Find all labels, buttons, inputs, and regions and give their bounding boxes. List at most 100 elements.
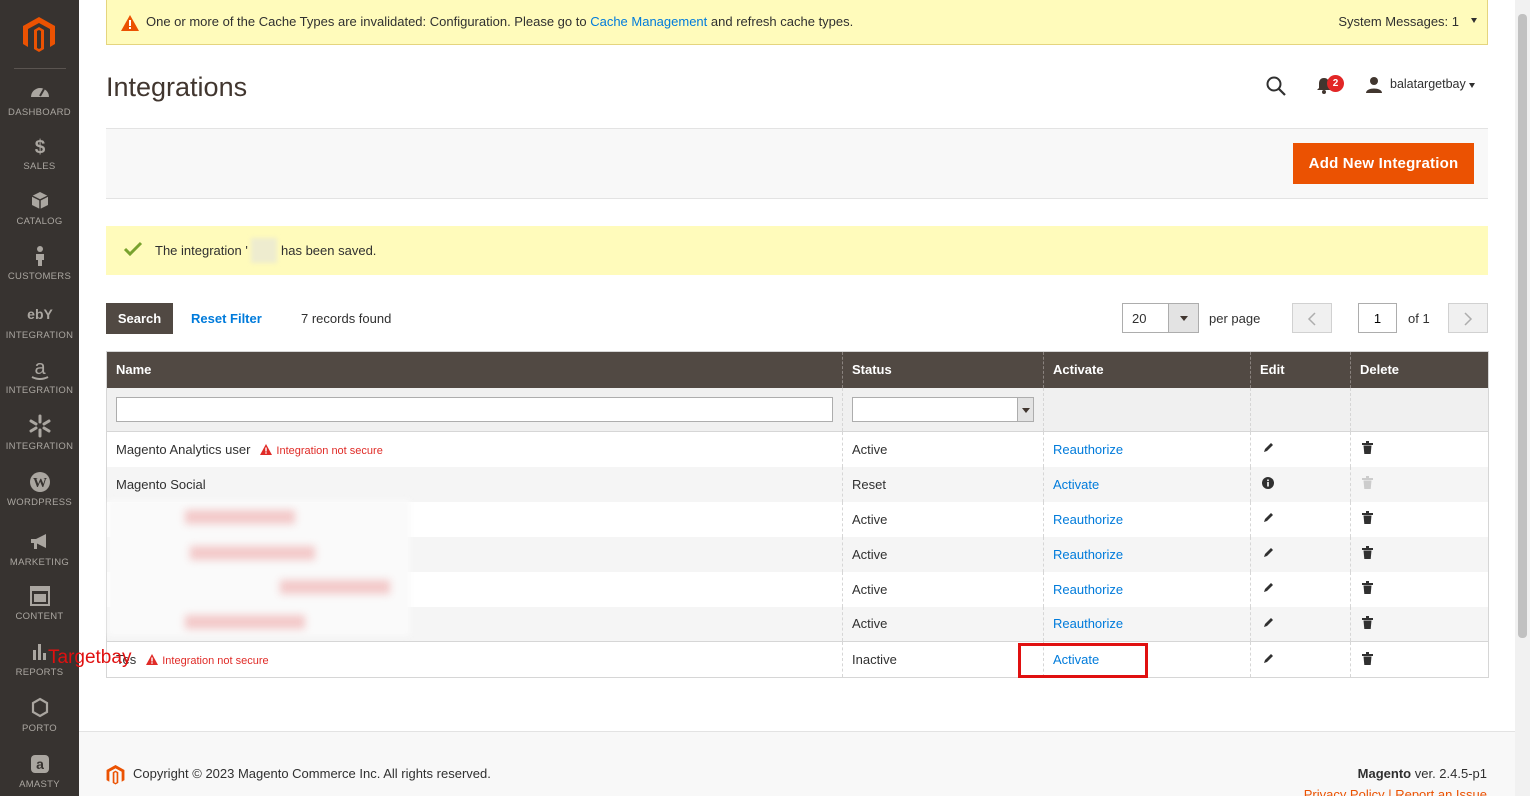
- not-secure-text: Integration not secure: [276, 444, 383, 457]
- sidebar-item-dashboard[interactable]: DASHBOARD: [0, 80, 79, 132]
- grid-header-row: Name Status Activate Edit Delete: [106, 351, 1489, 388]
- reauthorize-link[interactable]: Reauthorize: [1053, 582, 1123, 597]
- activate-link[interactable]: Activate: [1053, 477, 1099, 492]
- sidebar-item-label: AMASTY: [19, 779, 60, 790]
- copyright-text: Copyright © 2023 Magento Commerce Inc. A…: [133, 766, 491, 781]
- annotation-label: Targetbay: [48, 647, 132, 668]
- sidebar-item-label: CONTENT: [15, 611, 64, 622]
- per-page-select[interactable]: 20: [1122, 303, 1199, 333]
- svg-text:a: a: [36, 756, 44, 772]
- user-icon[interactable]: [1365, 76, 1383, 93]
- amasty-icon: a: [30, 755, 49, 773]
- table-row[interactable]: Tes Integration not secure Inactive Activ…: [106, 641, 1489, 678]
- sidebar-item-customers[interactable]: CUSTOMERS: [0, 244, 79, 296]
- filter-cell: [842, 387, 1044, 432]
- cache-management-link[interactable]: Cache Management: [590, 14, 707, 29]
- chevron-down-icon[interactable]: [1168, 304, 1198, 332]
- filter-cell: [1250, 387, 1351, 432]
- delete-cell: [1350, 606, 1489, 642]
- table-row[interactable]: Magento Analytics user Integration not se…: [106, 431, 1489, 467]
- column-header-activate: Activate: [1043, 351, 1251, 388]
- trash-icon[interactable]: [1362, 581, 1373, 594]
- page-title: Integrations: [106, 72, 248, 102]
- edit-cell: [1250, 571, 1351, 607]
- status-cell: Reset: [842, 466, 1044, 502]
- system-message-bar: One or more of the Cache Types are inval…: [106, 0, 1488, 45]
- redacted-warning: [280, 580, 390, 594]
- trash-icon[interactable]: [1362, 441, 1373, 455]
- trash-icon[interactable]: [1362, 615, 1373, 629]
- delete-cell: [1350, 571, 1489, 607]
- notification-count-badge[interactable]: 2: [1327, 75, 1344, 92]
- chevron-down-icon[interactable]: [1471, 18, 1477, 23]
- pencil-icon[interactable]: [1262, 616, 1275, 629]
- pencil-icon[interactable]: [1262, 581, 1275, 594]
- previous-page-button[interactable]: [1292, 303, 1332, 333]
- svg-text:ebY: ebY: [27, 306, 53, 322]
- trash-icon[interactable]: [1362, 546, 1373, 559]
- pencil-icon[interactable]: [1262, 546, 1275, 559]
- pencil-icon[interactable]: [1262, 652, 1275, 665]
- sidebar-item-wordpress[interactable]: W WORDPRESS: [0, 470, 79, 522]
- sidebar-item-sales[interactable]: $ SALES: [0, 134, 79, 186]
- svg-text:W: W: [33, 476, 47, 491]
- page-number-input[interactable]: [1358, 303, 1397, 333]
- version-text: Magento ver. 2.4.5-p1: [1358, 766, 1487, 781]
- sidebar-item-marketing[interactable]: MARKETING: [0, 530, 79, 582]
- magento-logo-icon[interactable]: [22, 16, 56, 52]
- system-messages-count[interactable]: System Messages: 1: [1338, 14, 1459, 29]
- scrollbar-thumb[interactable]: [1518, 14, 1527, 638]
- sidebar-item-ebay-integration[interactable]: ebY INTEGRATION: [0, 303, 79, 355]
- table-row[interactable]: Magento Social Reset Activate: [106, 466, 1489, 502]
- column-header-status[interactable]: Status: [842, 351, 1044, 388]
- magento-logo-icon: [106, 765, 125, 785]
- trash-icon[interactable]: [1362, 651, 1373, 665]
- footer-links[interactable]: Privacy Policy | Report an Issue: [1304, 787, 1487, 796]
- sidebar-item-catalog[interactable]: CATALOG: [0, 189, 79, 241]
- activate-cell: Reauthorize: [1043, 431, 1251, 467]
- sidebar-item-amasty[interactable]: a AMASTY: [0, 752, 79, 796]
- not-secure-warning: Integration not secure: [260, 443, 383, 457]
- chevron-down-icon[interactable]: [1469, 83, 1475, 88]
- column-header-name[interactable]: Name: [106, 351, 843, 388]
- page-scrollbar[interactable]: [1515, 0, 1530, 796]
- dollar-icon: $: [34, 137, 45, 158]
- amazon-icon: a: [31, 358, 48, 380]
- delete-cell: [1350, 536, 1489, 572]
- chevron-down-icon[interactable]: [1017, 397, 1033, 421]
- sidebar-item-label: CATALOG: [16, 216, 63, 227]
- pencil-icon[interactable]: [1262, 441, 1275, 454]
- account-username[interactable]: balatargetbay: [1390, 77, 1466, 91]
- reauthorize-link[interactable]: Reauthorize: [1053, 442, 1123, 457]
- page-footer: [79, 731, 1515, 796]
- status-filter-select[interactable]: [852, 396, 1034, 422]
- sidebar-item-label: CUSTOMERS: [7, 271, 72, 282]
- sidebar-item-label: WORDPRESS: [7, 497, 72, 508]
- sidebar-item-content[interactable]: CONTENT: [0, 584, 79, 636]
- status-cell: Active: [842, 571, 1044, 607]
- system-message-text-after: and refresh cache types.: [707, 14, 854, 29]
- hexagon-icon: [31, 697, 48, 718]
- trash-icon[interactable]: [1362, 511, 1373, 524]
- sidebar-item-walmart-integration[interactable]: INTEGRATION: [0, 414, 79, 466]
- info-icon[interactable]: [1262, 476, 1274, 489]
- sidebar-item-amazon-integration[interactable]: a INTEGRATION: [0, 358, 79, 410]
- filter-cell: [106, 387, 843, 432]
- edit-cell: [1250, 641, 1351, 678]
- add-new-integration-button[interactable]: Add New Integration: [1293, 143, 1474, 184]
- search-button[interactable]: Search: [106, 303, 173, 334]
- search-icon[interactable]: [1265, 75, 1287, 97]
- success-message: The integration ' has been saved.: [106, 226, 1488, 275]
- warning-icon: [121, 15, 139, 31]
- redacted-warning: [185, 510, 295, 524]
- sidebar-divider: [14, 68, 66, 69]
- pencil-icon[interactable]: [1262, 511, 1275, 524]
- admin-sidebar: DASHBOARD $ SALES CATALOG CUSTOMERS ebY …: [0, 0, 79, 796]
- reset-filter-link[interactable]: Reset Filter: [191, 311, 262, 326]
- reauthorize-link[interactable]: Reauthorize: [1053, 616, 1123, 631]
- reauthorize-link[interactable]: Reauthorize: [1053, 547, 1123, 562]
- reauthorize-link[interactable]: Reauthorize: [1053, 512, 1123, 527]
- sidebar-item-porto[interactable]: PORTO: [0, 696, 79, 748]
- name-filter-input[interactable]: [116, 396, 833, 422]
- next-page-button[interactable]: [1448, 303, 1488, 333]
